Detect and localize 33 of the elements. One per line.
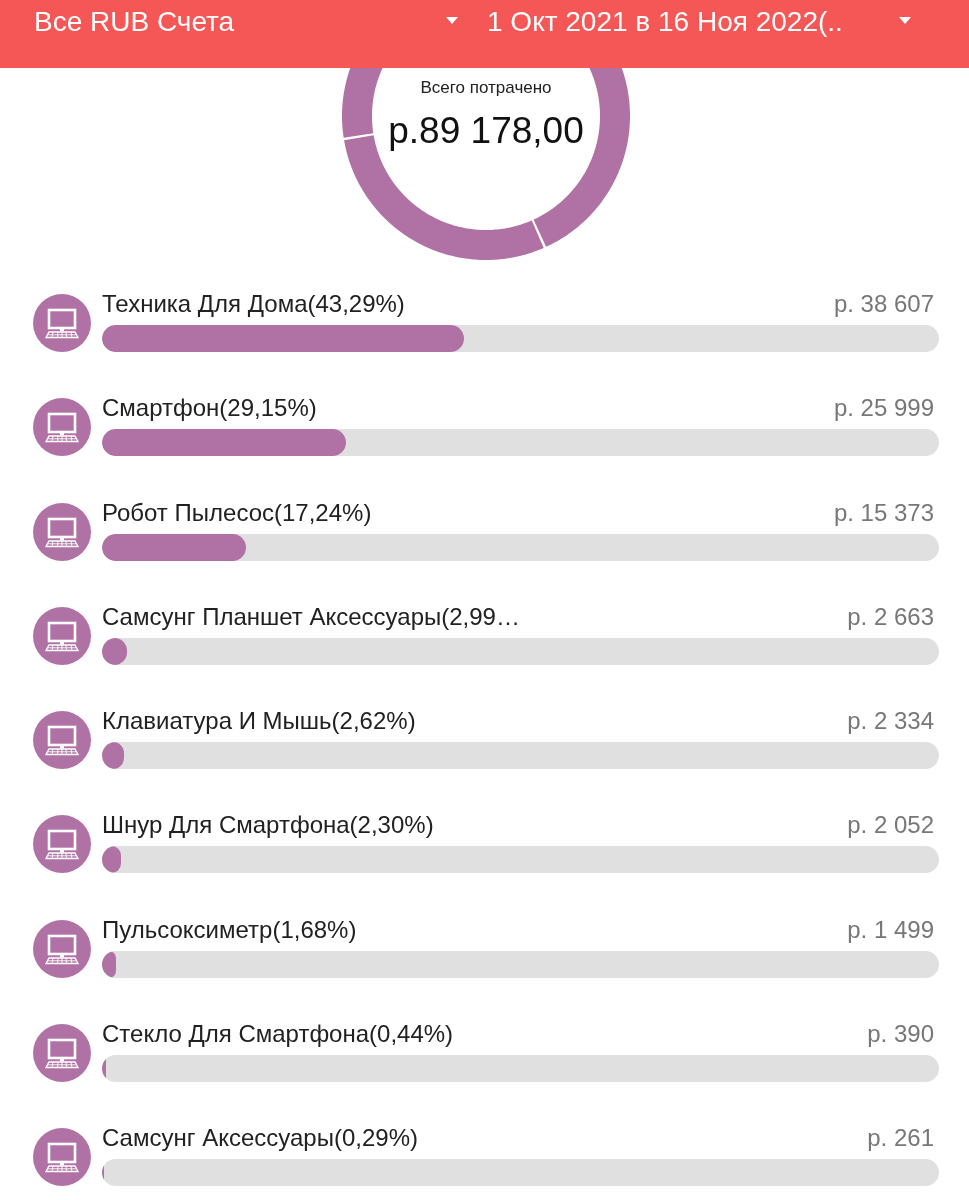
- category-amount: р. 25 999: [833, 394, 935, 423]
- category-amount: р. 261: [867, 1124, 935, 1153]
- category-amount: р. 2 334: [847, 707, 935, 736]
- caret-icon: [446, 16, 458, 24]
- computer-icon: [33, 1024, 91, 1083]
- computer-icon: [33, 919, 91, 978]
- computer-icon: [33, 606, 91, 665]
- total-amount: р.89 178,00: [388, 109, 584, 153]
- account-dropdown[interactable]: Все RUB Счета: [34, 0, 472, 40]
- category-name: Самсунг Аксессуары(0,29%): [102, 1124, 418, 1153]
- total-label: Всего потрачено: [420, 78, 552, 98]
- category-amount: р. 390: [867, 1020, 935, 1049]
- category-name: Робот Пылесос(17,24%): [102, 498, 372, 527]
- category-name: Самсунг Планшет Аксессуары(2,99…: [102, 602, 520, 631]
- category-amount: р. 15 373: [833, 498, 935, 527]
- category-name: Смартфон(29,15%): [102, 394, 317, 423]
- computer-icon: [33, 294, 91, 352]
- category-name: Техника Для Дома(43,29%): [102, 290, 405, 318]
- category-name: Шнур Для Смартфона(2,30%): [102, 811, 434, 840]
- category-name: Стекло Для Смартфона(0,44%): [102, 1020, 454, 1049]
- category-amount: р. 38 607: [833, 290, 935, 318]
- computer-icon: [33, 502, 91, 561]
- category-name: Клавиатура И Мышь(2,62%): [102, 707, 416, 736]
- category-amount: р. 1 499: [847, 915, 935, 944]
- period-dropdown[interactable]: 1 Окт 2021 в 16 Ноя 2022(..: [487, 0, 925, 40]
- computer-icon: [33, 1128, 91, 1187]
- category-name: Пульсоксиметр(1,68%): [102, 915, 357, 944]
- computer-icon: [33, 815, 91, 874]
- caret-icon: [899, 16, 911, 24]
- computer-icon: [33, 711, 91, 770]
- category-amount: р. 2 663: [847, 602, 935, 631]
- category-amount: р. 2 052: [847, 811, 935, 840]
- computer-icon: [33, 398, 91, 457]
